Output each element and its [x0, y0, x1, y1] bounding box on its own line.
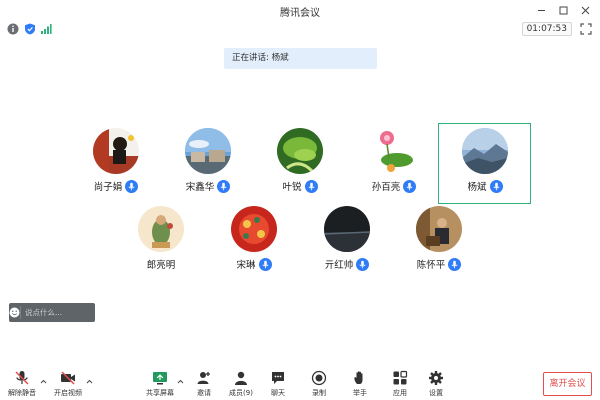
participant-name: 亓红帅 [324, 260, 354, 271]
participant-name: 叶锐 [282, 182, 302, 193]
maximize-button[interactable] [552, 2, 574, 18]
window-title: 腾讯会议 [280, 8, 320, 19]
unmute-button[interactable]: 解除静音 [0, 370, 44, 400]
participant-name: 孙百亮 [371, 182, 401, 193]
mic-on-icon [125, 179, 139, 193]
mic-on-icon [304, 179, 318, 193]
participant-name: 陈怀平 [416, 260, 446, 271]
minimize-icon [537, 9, 545, 11]
participant-tile[interactable]: 杨斌 [440, 128, 530, 208]
mic-on-icon [403, 179, 417, 193]
participant-tile[interactable]: 宋琳 [209, 206, 299, 286]
chat-icon [272, 372, 284, 384]
share-screen-icon [153, 372, 167, 385]
start-video-button[interactable]: 开启视频 [46, 370, 90, 400]
shield-icon[interactable] [24, 23, 36, 35]
avatar [324, 206, 370, 252]
settings-label: 设置 [429, 389, 443, 397]
emoji-icon [9, 307, 20, 318]
settings-button[interactable]: 设置 [414, 370, 458, 400]
speaking-name: 杨斌 [271, 53, 289, 63]
participant-tile[interactable]: 陈怀平 [394, 206, 484, 286]
title-bar: 腾讯会议 [0, 0, 600, 20]
close-button[interactable] [574, 2, 596, 18]
window-controls [530, 2, 596, 18]
chevron-up-icon [86, 379, 93, 384]
participant-name: 杨斌 [467, 182, 487, 193]
mic-on-icon [448, 257, 462, 271]
participant-tile[interactable]: 郎亮明 [116, 206, 206, 286]
fullscreen-icon[interactable] [580, 23, 592, 35]
participant-tile[interactable]: 宋鑫华 [163, 128, 253, 208]
participant-tile[interactable]: 尚子娟 [71, 128, 161, 208]
share-screen-label: 共享屏幕 [146, 389, 174, 397]
participant-name: 郎亮明 [146, 260, 176, 271]
hand-icon [354, 371, 363, 384]
participant-name: 尚子娟 [93, 182, 123, 193]
participant-name: 宋鑫华 [185, 182, 215, 193]
raise-hand-button[interactable]: 举手 [338, 370, 382, 400]
chevron-left-icon [123, 307, 128, 315]
speaking-indicator: 正在讲话: 杨斌 [224, 48, 377, 69]
close-icon [581, 6, 589, 14]
mic-muted-icon [15, 371, 29, 385]
mic-on-icon [217, 179, 231, 193]
add-user-icon [197, 372, 210, 384]
minimize-button[interactable] [530, 2, 552, 18]
signal-icon[interactable] [40, 23, 52, 35]
share-screen-button[interactable]: 共享屏幕 [138, 370, 182, 400]
start-video-label: 开启视频 [54, 389, 82, 397]
avatar [277, 128, 323, 174]
mic-on-icon [258, 257, 272, 271]
avatar [416, 206, 462, 252]
apps-grid-icon [393, 370, 408, 385]
participant-tile[interactable]: 孙百亮 [349, 128, 439, 208]
info-icon[interactable] [7, 23, 19, 35]
avatar [185, 128, 231, 174]
avatar [371, 128, 417, 174]
participant-name: 宋琳 [236, 260, 256, 271]
gear-icon [429, 371, 443, 385]
chat-box [9, 303, 128, 322]
avatar [231, 206, 277, 252]
emoji-button[interactable] [9, 303, 20, 322]
unmute-label: 解除静音 [8, 389, 36, 397]
maximize-icon [559, 6, 567, 14]
mic-on-icon [489, 179, 503, 193]
participant-tile[interactable]: 叶锐 [255, 128, 345, 208]
record-button[interactable]: 录制 [297, 370, 341, 400]
record-label: 录制 [312, 389, 326, 397]
speaking-label: 正在讲话: [232, 53, 269, 63]
status-bar: 01:07:53 [0, 20, 600, 38]
participant-tile[interactable]: 亓红帅 [302, 206, 392, 286]
avatar [93, 128, 139, 174]
chat-input[interactable] [20, 306, 122, 319]
collapse-chat-button[interactable] [122, 307, 129, 318]
leave-meeting-button[interactable]: 离开会议 [543, 372, 592, 396]
members-icon [235, 371, 247, 385]
camera-off-icon [61, 371, 75, 385]
meeting-toolbar: 解除静音 开启视频 共享屏幕 邀请 成员(9) 聊天 录制 举手 应用 设置 [0, 368, 600, 400]
record-icon [311, 370, 327, 386]
raise-hand-label: 举手 [353, 389, 367, 397]
meeting-timer: 01:07:53 [521, 22, 572, 36]
video-options-button[interactable] [86, 377, 93, 386]
chat-label: 聊天 [271, 389, 285, 397]
mic-on-icon [356, 257, 370, 271]
avatar [462, 128, 508, 174]
avatar [138, 206, 184, 252]
chat-button[interactable]: 聊天 [256, 370, 300, 400]
